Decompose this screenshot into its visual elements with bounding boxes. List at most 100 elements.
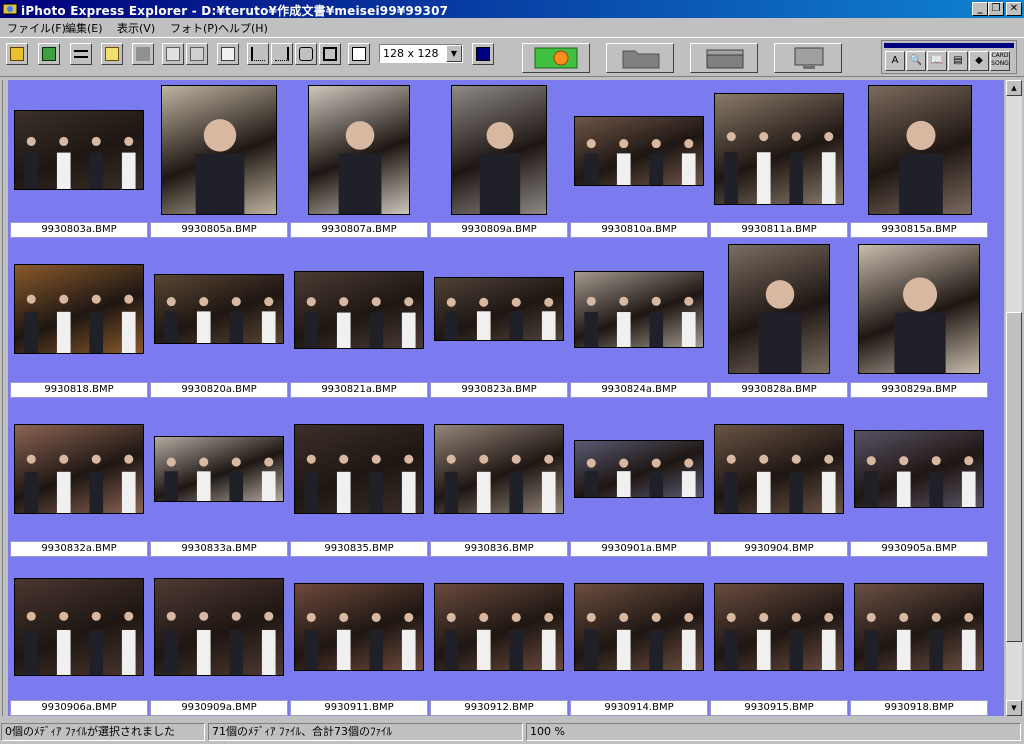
copy-button[interactable]	[162, 43, 184, 65]
thumbnail-image[interactable]	[574, 271, 704, 348]
status-total: 71個のﾒﾃﾞｨｱ ﾌｧｲﾙ、合計73個のﾌｧｲﾙ	[208, 723, 523, 741]
rotate-button[interactable]	[295, 43, 317, 65]
properties-icon	[221, 47, 235, 61]
menu-edit[interactable]: 編集(E)	[65, 20, 103, 36]
thumbnail-caption[interactable]: 9930912.BMP	[430, 700, 568, 716]
thumbnail-caption[interactable]: 9930815a.BMP	[850, 222, 988, 238]
thumbnail-image[interactable]	[14, 264, 144, 354]
card-song-button[interactable]: CARD SONG	[990, 51, 1010, 71]
thumbnail-caption[interactable]: 9930821a.BMP	[290, 382, 428, 398]
thumbnail-image[interactable]	[714, 93, 844, 205]
thumbnail-size-select[interactable]: 128 x 128 ▼	[379, 44, 463, 63]
scroll-thumb[interactable]	[1006, 312, 1022, 642]
properties-button[interactable]	[217, 43, 239, 65]
thumbnail-image[interactable]	[294, 424, 424, 514]
album-button[interactable]: 📖	[927, 51, 947, 71]
thumbnail-caption[interactable]: 9930818.BMP	[10, 382, 148, 398]
menu-view[interactable]: 表示(V)	[117, 20, 155, 36]
acquire-button[interactable]	[522, 43, 590, 73]
monitor-button[interactable]	[774, 43, 842, 73]
layout-button[interactable]: ▤	[948, 51, 968, 71]
chevron-down-icon[interactable]: ▼	[446, 45, 462, 62]
scroll-down-button[interactable]: ▼	[1006, 700, 1022, 716]
menu-file[interactable]: ファイル(F)	[7, 20, 66, 36]
minimize-button[interactable]: _	[972, 2, 988, 16]
thumbnail-caption[interactable]: 9930833a.BMP	[150, 541, 288, 557]
thumbnail-image[interactable]	[294, 583, 424, 671]
thumbnail-image[interactable]	[854, 583, 984, 671]
thumbnail-caption[interactable]: 9930820a.BMP	[150, 382, 288, 398]
thumbnail-caption[interactable]: 9930832a.BMP	[10, 541, 148, 557]
thumbnail-image[interactable]	[14, 578, 144, 676]
scroll-up-button[interactable]: ▲	[1006, 80, 1022, 96]
photo-figures	[724, 612, 836, 670]
thumbnail-caption[interactable]: 9930909a.BMP	[150, 700, 288, 716]
thumbnail-image[interactable]	[868, 85, 972, 215]
thumbnail-caption[interactable]: 9930807a.BMP	[290, 222, 428, 238]
thumbnail-image[interactable]	[14, 424, 144, 514]
thumbnail-image[interactable]	[434, 277, 564, 341]
menu-help[interactable]: ヘルプ(H)	[218, 20, 268, 36]
thumbnail-image[interactable]	[574, 440, 704, 498]
menu-photo[interactable]: フォト(P)	[170, 20, 218, 36]
thumbnail-image[interactable]	[574, 116, 704, 186]
thumbnail-view-button[interactable]	[38, 43, 60, 65]
sort-ascending-button[interactable]	[247, 43, 269, 65]
thumbnail-caption[interactable]: 9930915.BMP	[710, 700, 848, 716]
thumbnail-image[interactable]	[728, 244, 830, 374]
thumbnail-image[interactable]	[308, 85, 410, 215]
sort-descending-button[interactable]	[271, 43, 293, 65]
thumbnail-caption[interactable]: 9930805a.BMP	[150, 222, 288, 238]
thumbnail-image[interactable]	[434, 583, 564, 671]
folder-up-button[interactable]	[101, 43, 123, 65]
thumbnail-caption[interactable]: 9930905a.BMP	[850, 541, 988, 557]
thumbnail-caption[interactable]: 9930911.BMP	[290, 700, 428, 716]
thumbnail-image[interactable]	[14, 110, 144, 190]
thumbnail-caption[interactable]: 9930901a.BMP	[570, 541, 708, 557]
thumbnail-caption[interactable]: 9930828a.BMP	[710, 382, 848, 398]
slider-button[interactable]	[70, 43, 92, 65]
thumbnail-caption[interactable]: 9930918.BMP	[850, 700, 988, 716]
thumbnail-image[interactable]	[574, 583, 704, 671]
thumbnail-caption[interactable]: 9930835.BMP	[290, 541, 428, 557]
thumbnail-image[interactable]	[714, 583, 844, 671]
thumbnail-image[interactable]	[714, 424, 844, 514]
thumbnail-caption[interactable]: 9930824a.BMP	[570, 382, 708, 398]
thumbnail-caption[interactable]: 9930810a.BMP	[570, 222, 708, 238]
movie-button[interactable]	[690, 43, 758, 73]
vertical-scrollbar[interactable]: ▲ ▼	[1006, 80, 1022, 716]
tree-view-button[interactable]	[6, 43, 28, 65]
photo-figures	[164, 297, 276, 343]
thumbnail-caption[interactable]: 9930803a.BMP	[10, 222, 148, 238]
close-button[interactable]: ✕	[1006, 2, 1022, 16]
thumbnail-image[interactable]	[154, 436, 284, 502]
thumbnail-caption[interactable]: 9930836.BMP	[430, 541, 568, 557]
sort-button[interactable]	[132, 43, 154, 65]
text-tool-button[interactable]: A	[885, 51, 905, 71]
paste-button[interactable]	[186, 43, 208, 65]
thumbnail-caption[interactable]: 9930811a.BMP	[710, 222, 848, 238]
thumbnail-image[interactable]	[858, 244, 980, 374]
slideshow-button[interactable]	[348, 43, 370, 65]
thumbnail-image[interactable]	[154, 274, 284, 344]
magnifier-button[interactable]: 🔍	[906, 51, 926, 71]
effect-button[interactable]: ◆	[969, 51, 989, 71]
thumbnail-image[interactable]	[451, 85, 547, 215]
slideshow-icon	[352, 47, 366, 61]
thumbnail-caption[interactable]: 9930904.BMP	[710, 541, 848, 557]
thumbnail-image[interactable]	[161, 85, 277, 215]
thumbnail-image[interactable]	[154, 578, 284, 676]
thumbnail-caption[interactable]: 9930823a.BMP	[430, 382, 568, 398]
thumbnail-image[interactable]	[294, 271, 424, 349]
thumbnail-image[interactable]	[434, 424, 564, 514]
thumbnail-image[interactable]	[854, 430, 984, 508]
thumbnail-icon	[42, 47, 56, 61]
thumbnail-caption[interactable]: 9930809a.BMP	[430, 222, 568, 238]
thumbnail-caption[interactable]: 9930914.BMP	[570, 700, 708, 716]
thumbnail-caption[interactable]: 9930906a.BMP	[10, 700, 148, 716]
maximize-button[interactable]: ❐	[988, 2, 1004, 16]
thumbnail-caption[interactable]: 9930829a.BMP	[850, 382, 988, 398]
zoom-tool-button[interactable]	[319, 43, 341, 65]
help-button[interactable]	[472, 43, 494, 65]
folder-button[interactable]	[606, 43, 674, 73]
